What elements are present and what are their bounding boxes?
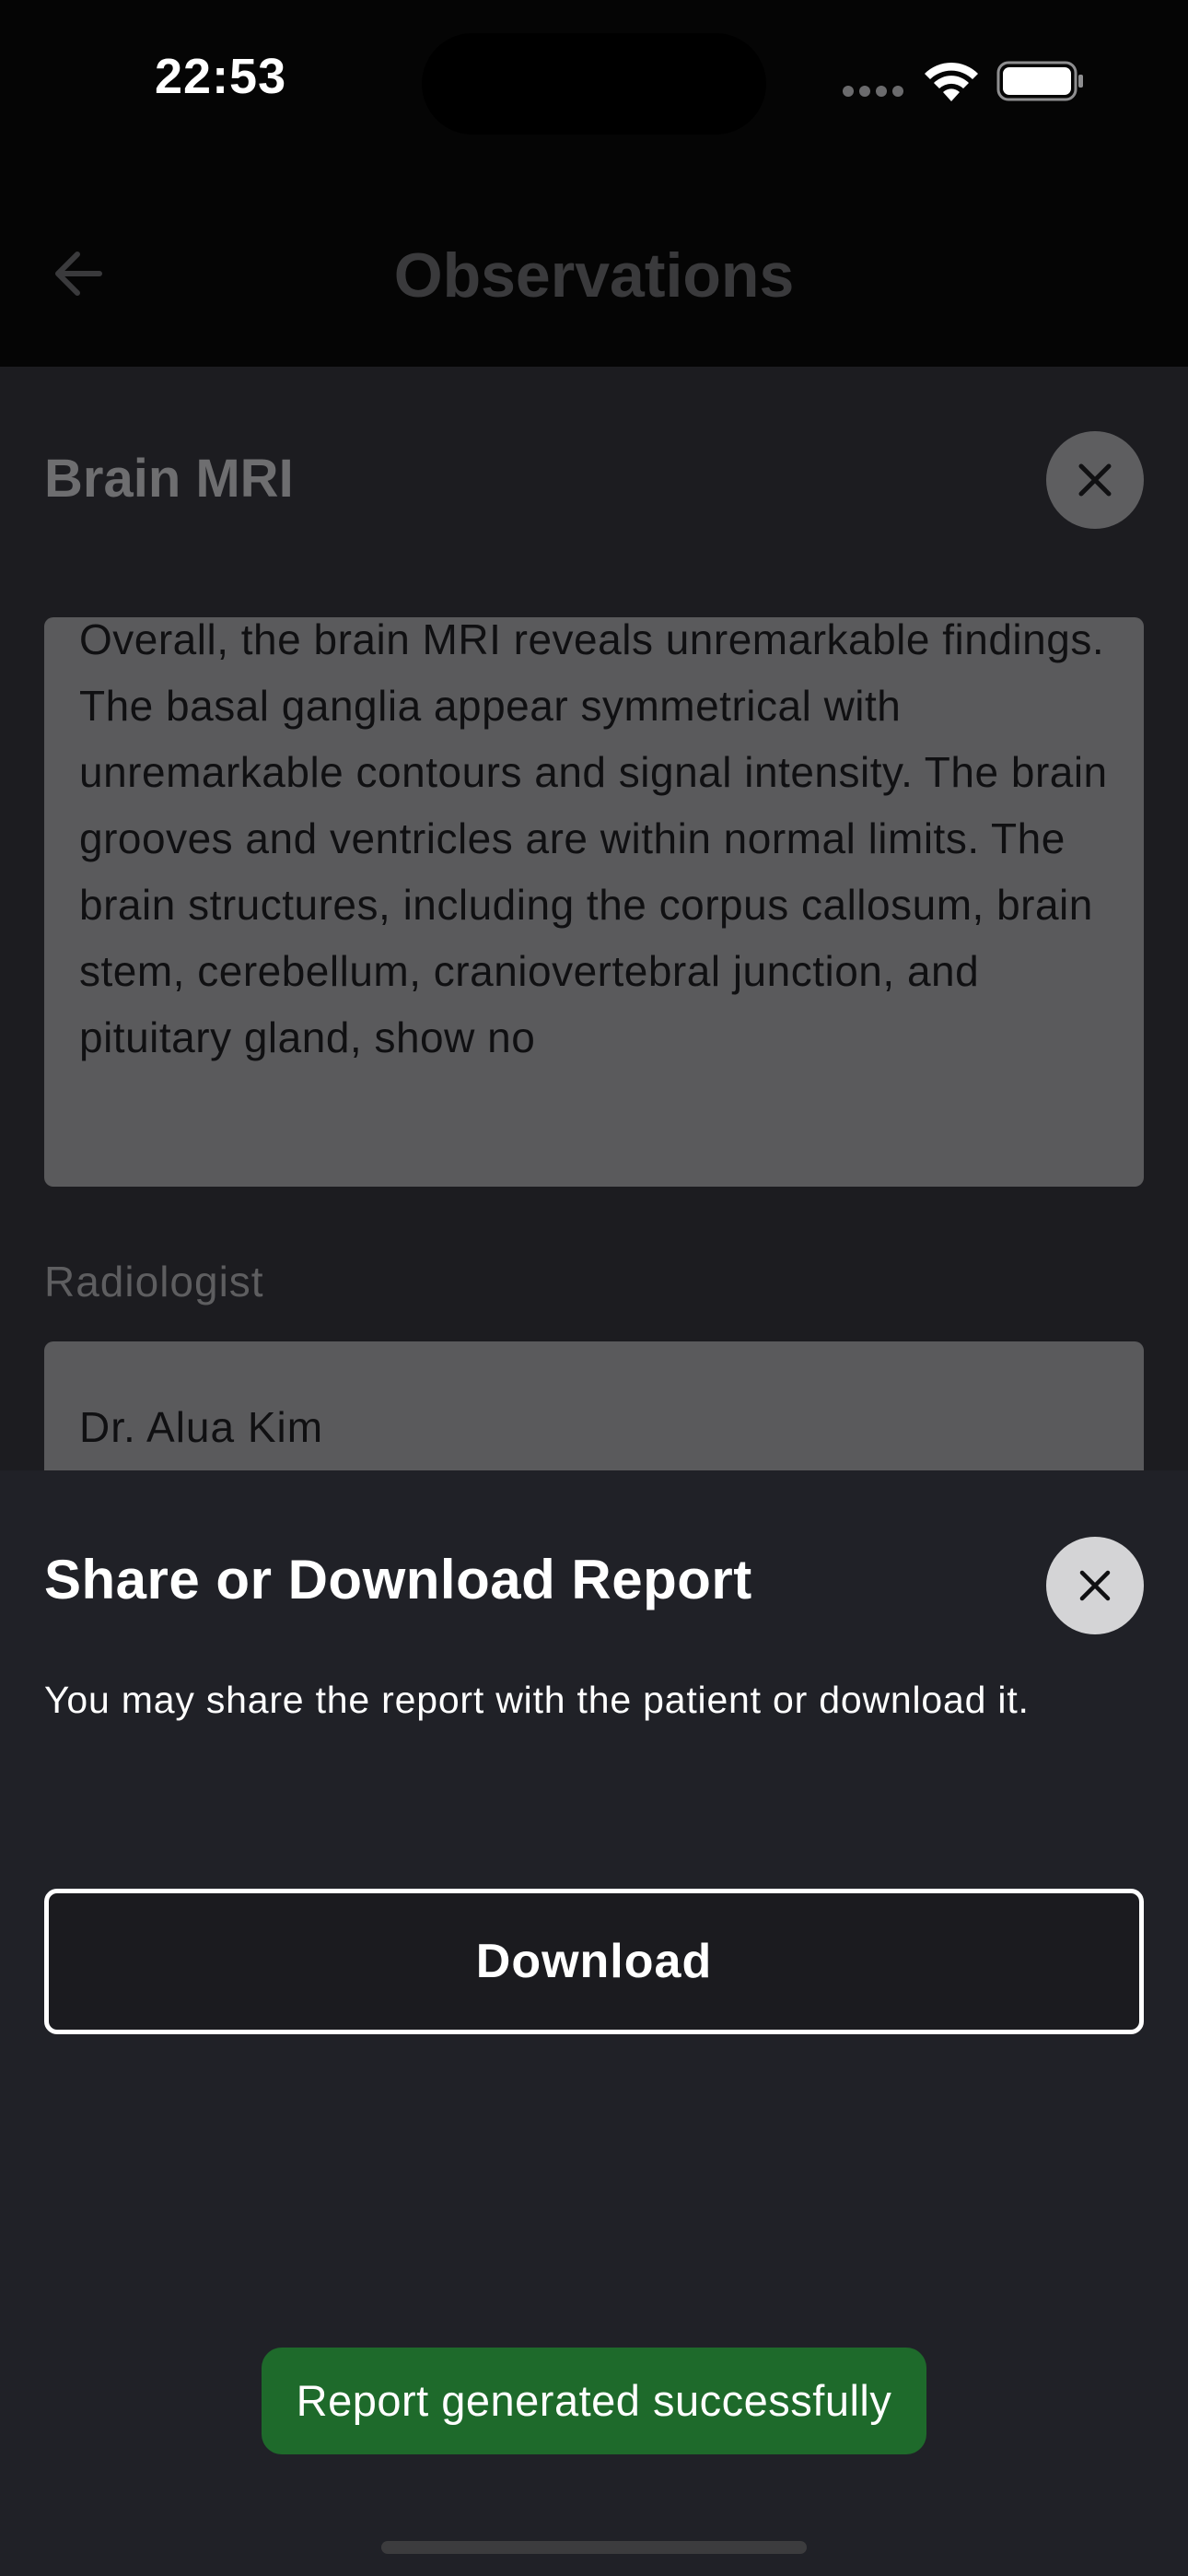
close-icon xyxy=(1079,1570,1111,1601)
sheet-title: Share or Download Report xyxy=(44,1549,752,1610)
wifi-icon xyxy=(925,62,978,101)
page-title: Observations xyxy=(393,240,795,310)
success-toast: Report generated successfully xyxy=(262,2348,926,2454)
battery-icon xyxy=(996,61,1083,101)
radiologist-label: Radiologist xyxy=(44,1258,264,1306)
close-icon xyxy=(1078,463,1112,497)
screen: 22:53 Observations Brain MRI Overall, th… xyxy=(0,0,1188,2576)
radiologist-value: Dr. Alua Kim xyxy=(79,1403,324,1451)
radiologist-field[interactable]: Dr. Alua Kim xyxy=(44,1341,1144,1489)
sheet-description: You may share the report with the patien… xyxy=(44,1679,1030,1721)
status-bar: 22:53 xyxy=(0,0,1188,184)
cellular-signal-icon xyxy=(843,86,903,97)
sheet-close-button[interactable] xyxy=(1046,1537,1144,1634)
observation-title: Brain MRI xyxy=(44,449,294,509)
findings-textarea[interactable]: Overall, the brain MRI reveals unremarka… xyxy=(44,617,1144,1187)
observation-content: Brain MRI Overall, the brain MRI reveals… xyxy=(0,367,1188,1489)
home-indicator xyxy=(381,2541,807,2554)
download-button[interactable]: Download xyxy=(44,1889,1144,2034)
findings-text: Overall, the brain MRI reveals unremarka… xyxy=(79,617,1108,1061)
observation-close-button[interactable] xyxy=(1046,431,1144,529)
app-header: Observations xyxy=(0,184,1188,367)
dynamic-island xyxy=(422,33,766,135)
status-time: 22:53 xyxy=(155,49,287,104)
